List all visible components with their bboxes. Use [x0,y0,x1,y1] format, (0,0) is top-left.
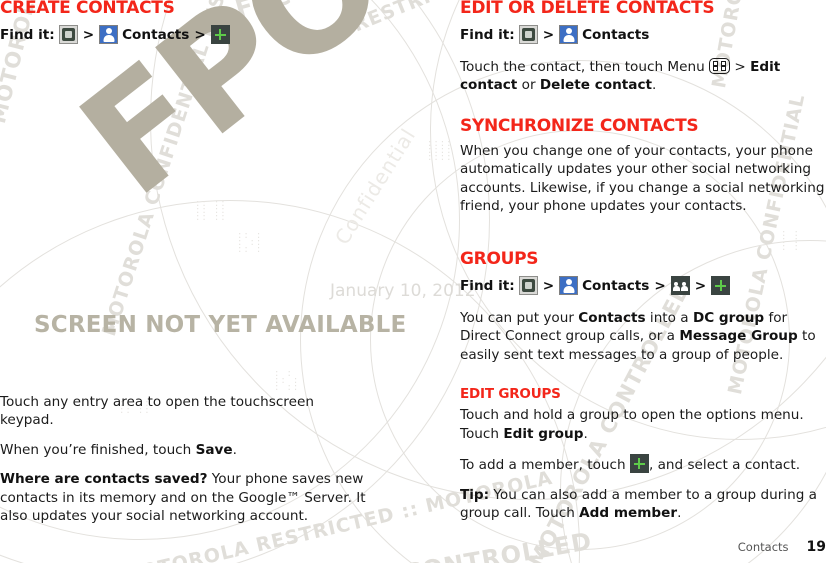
subsection-title-edit-groups: Edit groups [460,386,561,403]
bold-message-group: Message Group [679,328,798,345]
text-fragment: . [677,505,682,522]
paragraph-synchronize: When you change one of your contacts, yo… [460,142,825,215]
left-column: Create contacts Find it: > Contacts > To… [0,0,366,537]
path-separator: > [542,277,555,294]
bold-edit-group: Edit group [503,425,584,442]
text-fragment: . [652,77,657,94]
path-separator: > [542,26,555,43]
section-title-edit-or-delete-contacts: Edit or delete contacts [460,0,715,18]
paragraph-add-member: To add a member, touch , and select a co… [460,454,826,475]
paragraph-edit-delete-instructions: Touch the contact, then touch Menu > Edi… [460,57,826,95]
figure-gap [0,58,366,393]
find-it-path-edit-delete: Find it: > Contacts [460,24,826,46]
paragraph-groups-description: You can put your Contacts into a DC grou… [460,309,826,365]
path-separator: > [194,26,206,43]
path-separator: > [654,277,666,294]
groups-icon[interactable] [670,276,690,296]
text-fragment: > [730,58,751,75]
right-column: Edit or delete contacts Find it: > Conta… [460,0,826,534]
text-fragment: into a [645,309,693,326]
contacts-icon[interactable] [559,25,579,45]
path-label-contacts[interactable]: Contacts [582,24,649,46]
paragraph-where-are-contacts-saved: Where are contacts saved? Your phone sav… [0,470,366,526]
path-label-contacts[interactable]: Contacts [122,24,189,46]
paragraph-touch-entry-area: Touch any entry area to open the touchsc… [0,393,314,429]
watermark-dots: :::: :::: :::: [428,138,454,163]
find-it-label: Find it: [460,26,515,43]
bold-add-member: Add member [579,505,678,522]
find-it-label: Find it: [0,26,55,43]
section-title-synchronize-contacts: Synchronize contacts [460,115,699,136]
bold-dc-group: DC group [692,309,765,326]
paragraph-edit-groups: Touch and hold a group to open the optio… [460,406,826,443]
home-icon[interactable] [518,276,538,296]
text-fragment: . [583,425,588,442]
manual-page: MOTOROLA CONFIDENTIAL RESTRICTED FCC SUB… [0,0,826,563]
contacts-icon[interactable] [559,276,579,296]
text-fragment: , and select a contact. [648,457,801,474]
home-icon[interactable] [518,25,538,45]
home-icon[interactable] [58,25,78,45]
find-it-label: Find it: [460,277,515,294]
bold-tip-label: Tip: [460,486,490,503]
contacts-icon[interactable] [99,25,119,45]
find-it-path-create-contacts: Find it: > Contacts > [0,24,366,46]
paragraph-when-finished: When you’re finished, touch Save. [0,441,366,460]
section-title-groups: Groups [460,248,539,269]
path-separator: > [694,277,707,294]
bold-save: Save [195,441,233,458]
text-fragment: When you’re finished, touch [0,441,196,458]
bold-question: Where are contacts saved? [0,471,208,488]
path-separator: > [82,26,95,43]
find-it-path-groups: Find it: > Contacts > > [460,275,826,297]
bold-delete-contact: Delete contact [539,77,653,94]
plus-icon[interactable] [629,454,649,474]
path-label-contacts[interactable]: Contacts [582,275,649,297]
page-footer: Contacts 19 [738,539,826,555]
footer-chapter-label: Contacts [737,540,789,554]
plus-icon[interactable] [210,25,230,45]
page-title-create-contacts: Create contacts [0,0,175,18]
text-fragment: Touch the contact, then touch Menu [460,58,710,75]
plus-icon[interactable] [711,276,731,296]
menu-key-icon[interactable] [709,57,731,74]
bold-contacts: Contacts [578,309,646,326]
text-fragment: To add a member, touch [460,457,630,474]
text-fragment: You can put your [460,309,579,326]
footer-page-number: 19 [806,539,826,555]
text-fragment: or [517,77,540,94]
text-fragment: . [232,441,237,458]
paragraph-tip: Tip: You can also add a member to a grou… [460,486,826,523]
